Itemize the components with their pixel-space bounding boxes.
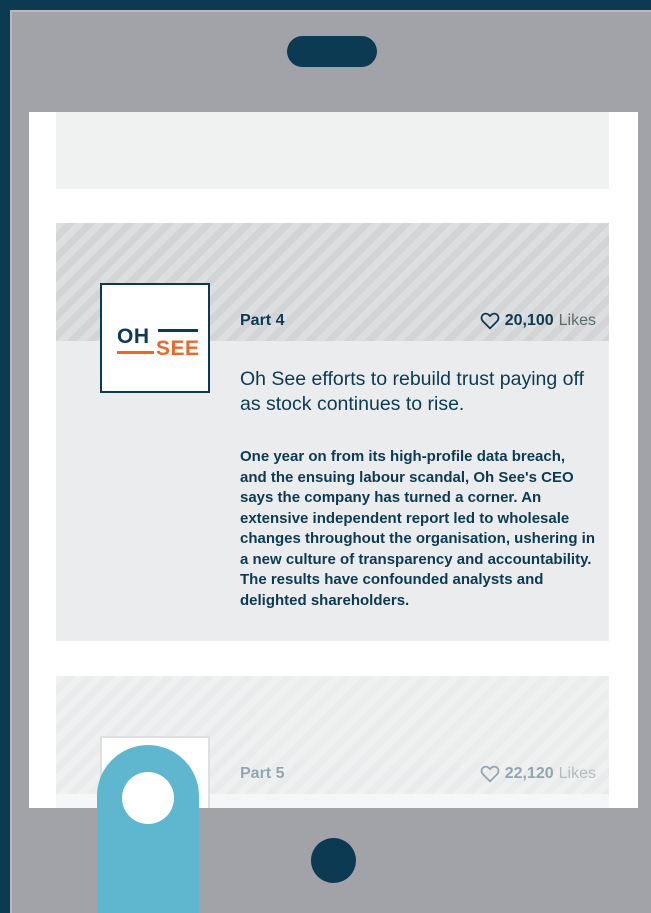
part-label: Part 5 <box>240 765 285 782</box>
article-headline[interactable]: Oh See efforts to rebuild trust paying o… <box>240 367 600 417</box>
likes-count: 20,100 <box>504 312 554 329</box>
phone-speaker <box>287 36 377 67</box>
likes-button[interactable]: 22,120 Likes <box>480 765 596 783</box>
logo-bottom-line <box>117 351 154 354</box>
scroll-gesture-knob[interactable] <box>122 772 174 824</box>
home-button[interactable] <box>311 838 356 883</box>
heart-icon <box>480 765 500 783</box>
previous-card-bottom <box>56 112 609 189</box>
phone-screen[interactable]: OH SEE Part 4 20,100 Likes Oh See effort… <box>29 112 638 808</box>
logo-top-line <box>158 329 198 332</box>
logo-oh-text: OH <box>117 325 150 348</box>
article-summary: One year on from its high-profile data b… <box>240 448 596 609</box>
likes-button[interactable]: 20,100 Likes <box>480 312 596 330</box>
likes-label: Likes <box>558 765 596 782</box>
heart-icon <box>480 312 500 330</box>
likes-count: 22,120 <box>504 765 554 782</box>
scroll-gesture-indicator[interactable] <box>97 745 199 913</box>
part-label: Part 4 <box>240 312 285 329</box>
likes-label: Likes <box>558 312 596 329</box>
logo-see-text: SEE <box>156 337 200 360</box>
article-card-part-4[interactable]: OH SEE Part 4 20,100 Likes Oh See effort… <box>56 223 609 641</box>
oh-see-logo: OH SEE <box>100 283 210 393</box>
